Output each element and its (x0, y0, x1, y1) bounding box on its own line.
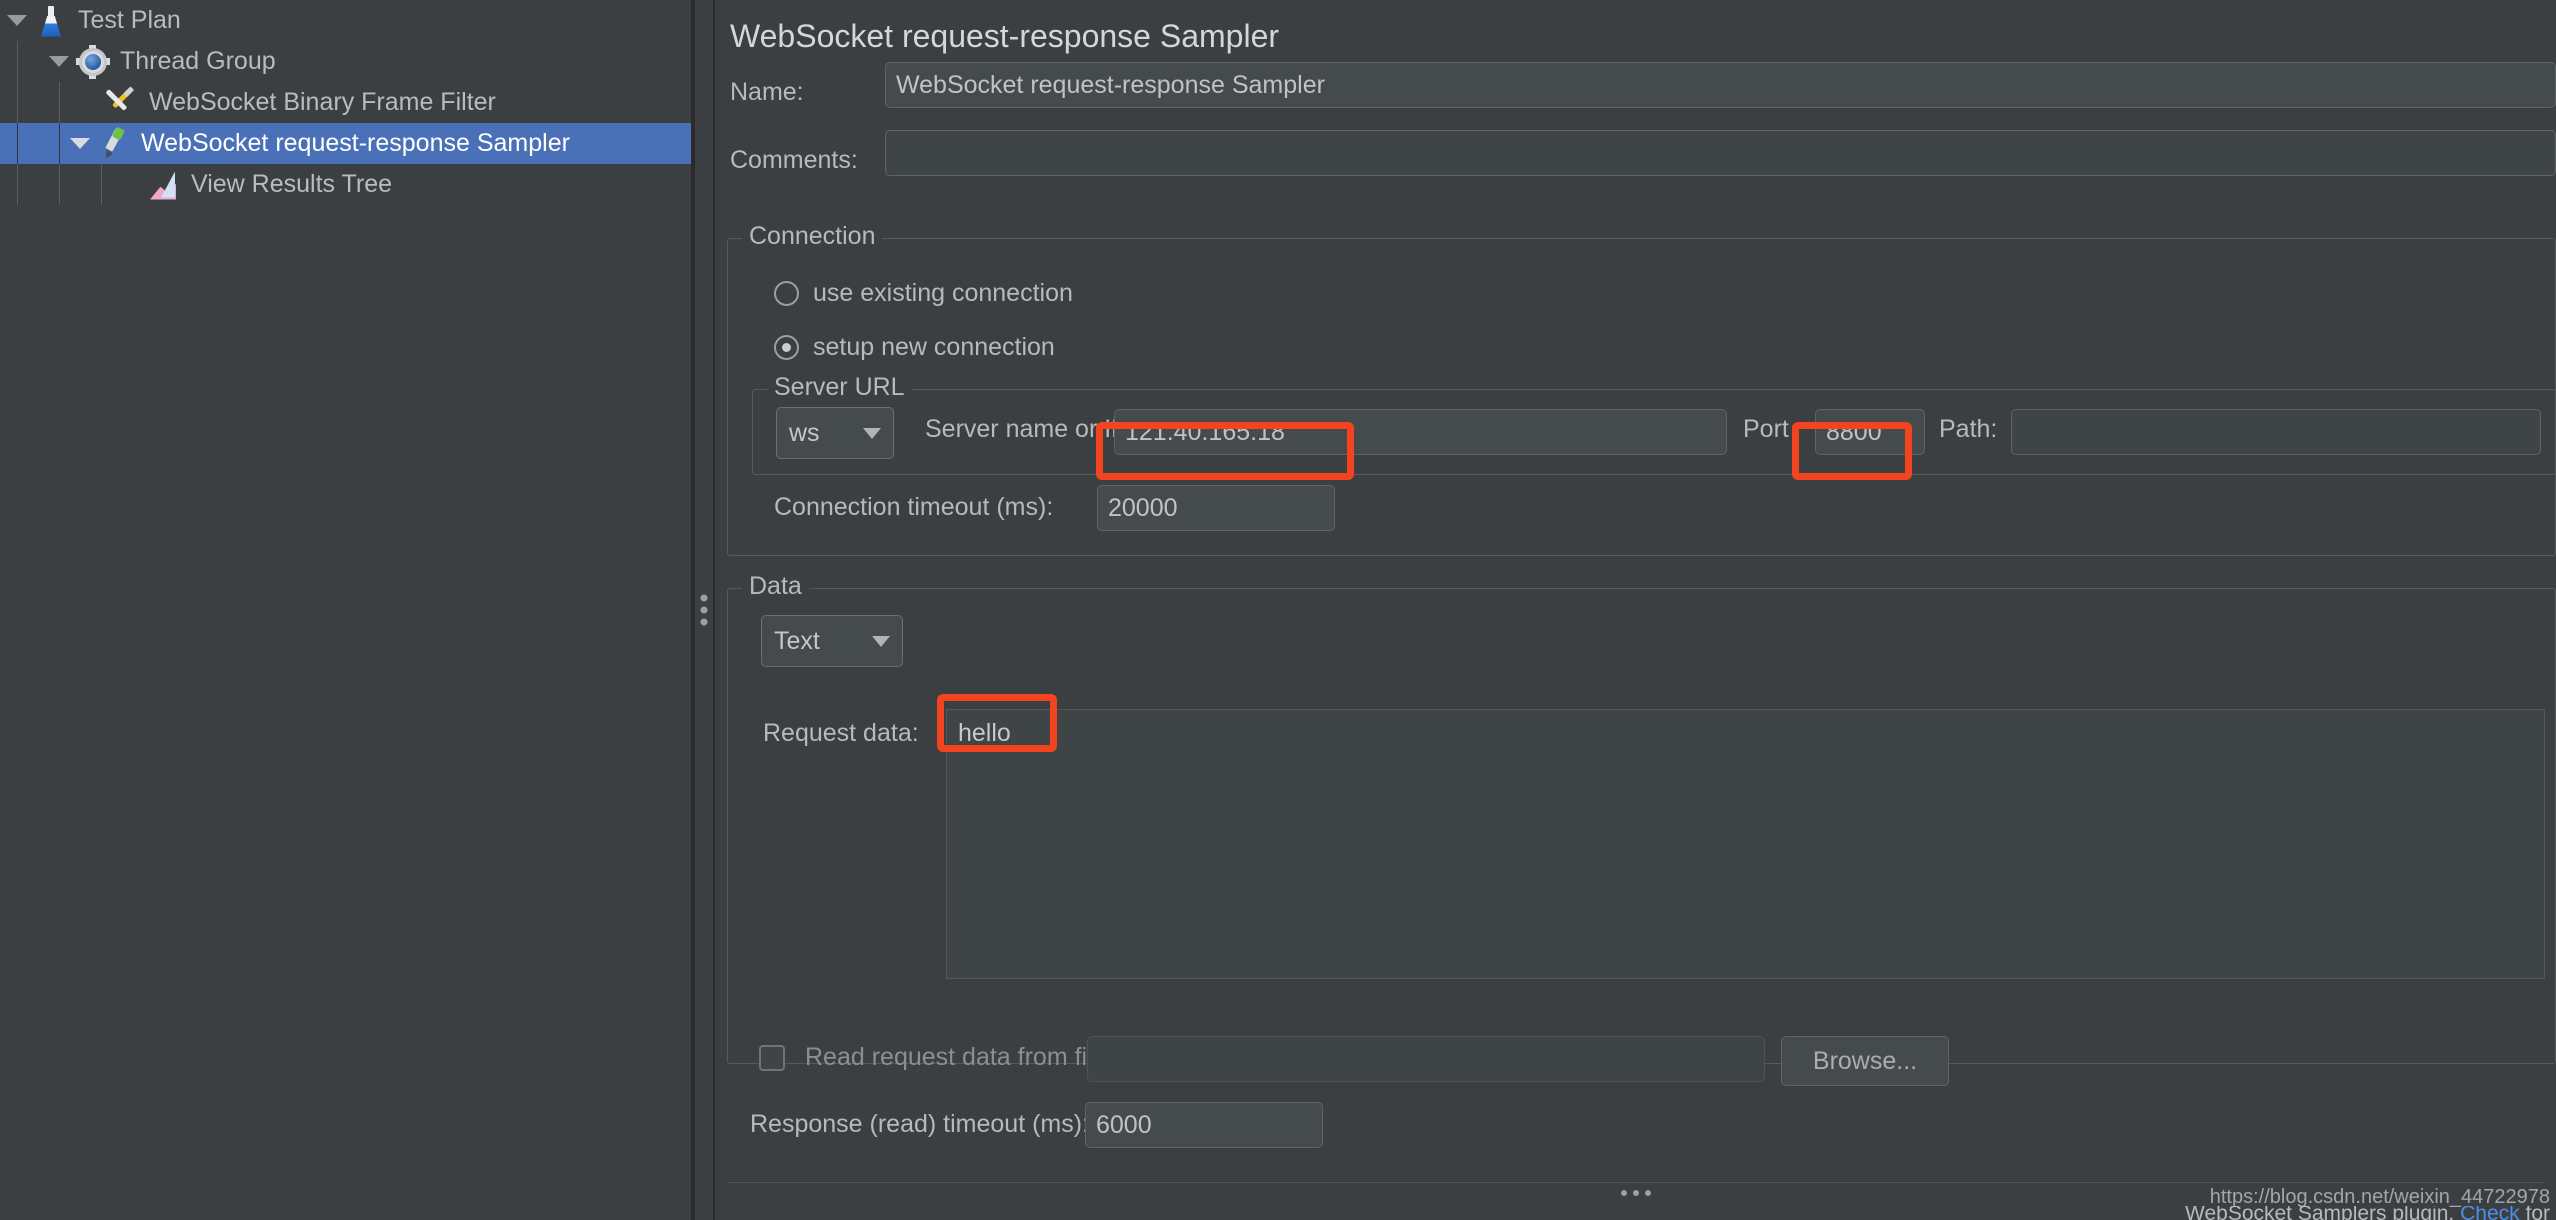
tree-item-label: WebSocket Binary Frame Filter (147, 88, 496, 117)
chevron-down-icon (872, 636, 890, 647)
pencil-icon (97, 127, 131, 161)
radio-use-existing-connection[interactable]: use existing connection (774, 279, 1073, 308)
radio-setup-new-connection[interactable]: setup new connection (774, 333, 1055, 362)
tree-item-test-plan[interactable]: Test Plan (0, 0, 691, 41)
name-input[interactable]: WebSocket request-response Sampler (885, 62, 2556, 108)
test-plan-tree[interactable]: Test Plan Thread Group WebSocket Binary … (0, 0, 693, 1220)
data-group: Data Text Request data: hello (727, 588, 2556, 1064)
data-type-value: Text (774, 627, 820, 656)
comments-input[interactable] (885, 130, 2556, 176)
request-data-textarea[interactable] (946, 709, 2545, 979)
tree-expander-websocket-sampler[interactable] (63, 138, 97, 149)
flask-icon (34, 4, 68, 38)
connection-group-title: Connection (742, 222, 882, 251)
request-data-label: Request data: (763, 719, 919, 748)
server-url-group: Server URL ws Server name or IP: 121.40.… (752, 389, 2556, 475)
tree-expander-test-plan[interactable] (0, 15, 34, 26)
panel-splitter[interactable] (693, 0, 715, 1220)
name-label: Name: (730, 78, 804, 107)
radio-icon-selected[interactable] (774, 335, 799, 360)
plugin-footer-trailing: for (2525, 1206, 2550, 1220)
connection-timeout-input[interactable]: 20000 (1097, 485, 1335, 531)
tree-item-label: View Results Tree (189, 170, 392, 199)
comments-label: Comments: (730, 146, 858, 175)
sampler-config-panel: WebSocket request-response Sampler Name:… (715, 0, 2556, 1220)
request-data-value: hello (950, 713, 1019, 754)
connection-timeout-label: Connection timeout (ms): (774, 493, 1053, 522)
tree-item-binary-frame-filter[interactable]: WebSocket Binary Frame Filter (0, 82, 691, 123)
plugin-footer: WebSocket Samplers plugin. Check for (2185, 1206, 2550, 1220)
tools-icon (105, 86, 139, 120)
tree-item-label: WebSocket request-response Sampler (139, 129, 570, 158)
plugin-footer-text: WebSocket Samplers plugin. (2185, 1206, 2454, 1220)
read-from-file-label: Read request data from file: (805, 1043, 1114, 1072)
data-group-title: Data (742, 572, 809, 601)
read-from-file-checkbox[interactable] (759, 1045, 785, 1071)
chevron-down-icon (863, 428, 881, 439)
port-label: Port (1743, 415, 1789, 444)
results-chart-icon (147, 168, 181, 202)
response-timeout-input[interactable]: 6000 (1085, 1102, 1323, 1148)
radio-label: use existing connection (813, 279, 1073, 308)
response-timeout-label: Response (read) timeout (ms): (750, 1110, 1089, 1139)
radio-icon[interactable] (774, 281, 799, 306)
tree-item-thread-group[interactable]: Thread Group (0, 41, 691, 82)
data-type-dropdown[interactable]: Text (761, 615, 903, 667)
server-url-group-title: Server URL (767, 373, 912, 402)
tree-expander-thread-group[interactable] (42, 56, 76, 67)
file-path-input[interactable] (1087, 1036, 1765, 1082)
port-input[interactable]: 8800 (1815, 409, 1925, 455)
radio-label: setup new connection (813, 333, 1055, 362)
browse-button[interactable]: Browse... (1781, 1036, 1949, 1086)
server-name-input[interactable]: 121.40.165.18 (1114, 409, 1727, 455)
tree-item-websocket-sampler[interactable]: WebSocket request-response Sampler (0, 123, 691, 164)
scheme-dropdown[interactable]: ws (776, 407, 894, 459)
tree-item-label: Thread Group (118, 47, 276, 76)
tree-item-label: Test Plan (76, 6, 181, 35)
tree-item-view-results-tree[interactable]: View Results Tree (0, 164, 691, 205)
footer-strip: WebSocket Samplers plugin. Check for (0, 1206, 2556, 1220)
scheme-value: ws (789, 419, 820, 448)
splitter-grip[interactable] (701, 595, 708, 626)
check-for-updates-link[interactable]: Check (2460, 1206, 2520, 1220)
gear-icon (76, 45, 110, 79)
server-name-label: Server name or IP: (925, 415, 1135, 444)
connection-group: Connection use existing connection setup… (727, 238, 2556, 556)
path-label: Path: (1939, 415, 1997, 444)
page-title: WebSocket request-response Sampler (730, 18, 1279, 55)
path-input[interactable] (2011, 409, 2541, 455)
